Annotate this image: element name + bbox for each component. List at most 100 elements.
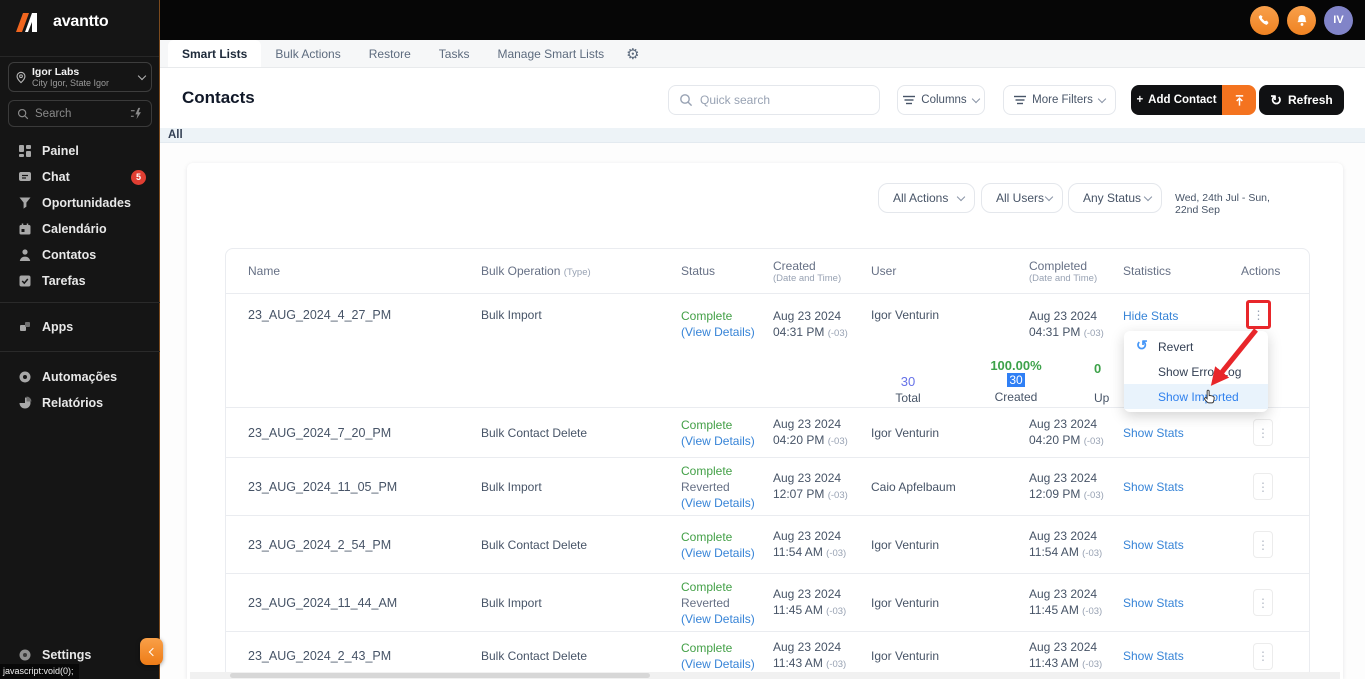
- scrollbar-thumb[interactable]: [230, 673, 650, 678]
- timezone: (-03): [826, 547, 847, 559]
- row-user: Igor Venturin: [871, 425, 940, 440]
- view-details-link[interactable]: (View Details): [681, 545, 773, 561]
- row-actions-kebab[interactable]: ⋮: [1253, 642, 1273, 670]
- tab-restore[interactable]: Restore: [355, 40, 425, 67]
- row-actions-kebab[interactable]: ⋮: [1253, 531, 1273, 558]
- row-actions-kebab[interactable]: ⋮: [1253, 473, 1273, 500]
- import-contacts-button[interactable]: [1222, 85, 1256, 115]
- sidebar-item-label: Settings: [42, 648, 92, 662]
- menu-item-revert[interactable]: ↺ Revert: [1124, 334, 1268, 359]
- bulk-actions-card: All Actions All Users Any Status Wed, 24…: [187, 163, 1343, 679]
- sidebar-item-calendario[interactable]: Calendário: [0, 216, 160, 242]
- phone-button[interactable]: [1250, 5, 1279, 35]
- stats-toggle-link[interactable]: Show Stats: [1123, 538, 1184, 552]
- user-avatar[interactable]: IV: [1324, 5, 1353, 35]
- add-contact-button[interactable]: + Add Contact: [1131, 85, 1222, 115]
- status-complete: Complete: [681, 641, 733, 655]
- stats-toggle-link[interactable]: Show Stats: [1123, 649, 1184, 663]
- stats-toggle-link[interactable]: Show Stats: [1123, 480, 1184, 494]
- stats-toggle-link[interactable]: Show Stats: [1123, 596, 1184, 610]
- sidebar-item-label: Chat: [42, 170, 70, 184]
- row-created: Aug 23 2024 04:20 PM (-03): [773, 416, 871, 450]
- sidebar-item-oportunidades[interactable]: Oportunidades: [0, 190, 160, 216]
- menu-item-show-imported[interactable]: Show Imported: [1124, 384, 1268, 409]
- quick-search-input[interactable]: [700, 93, 869, 107]
- top-bar: IV: [160, 0, 1365, 40]
- apps-icon: [20, 322, 30, 331]
- row-actions-kebab[interactable]: ⋮: [1253, 589, 1273, 616]
- table-row: 23_AUG_2024_7_20_PM Bulk Contact Delete …: [226, 407, 1309, 457]
- row-operation: Bulk Import: [481, 595, 542, 610]
- columns-button[interactable]: Columns: [897, 85, 985, 115]
- stats-toggle-link[interactable]: Hide Stats: [1123, 309, 1178, 323]
- view-details-link[interactable]: (View Details): [681, 495, 773, 511]
- smart-list-tab-all[interactable]: All: [160, 128, 1365, 143]
- tab-smart-lists[interactable]: Smart Lists: [168, 40, 262, 67]
- dashboard-icon: [19, 145, 31, 157]
- account-info: Igor Labs City Igor, State Igor: [32, 66, 109, 88]
- sidebar-item-painel[interactable]: Painel: [0, 138, 160, 164]
- filter-all-actions-select[interactable]: All Actions: [878, 183, 975, 213]
- row-completed: Aug 23 2024 04:20 PM (-03): [1029, 416, 1123, 450]
- horizontal-scrollbar[interactable]: [190, 672, 1340, 679]
- annotation-red-box-kebab[interactable]: ⋮: [1246, 300, 1271, 329]
- sidebar-item-chat[interactable]: Chat 5: [0, 164, 160, 190]
- row-statistics: Show Stats: [1123, 425, 1241, 441]
- filter-any-status-select[interactable]: Any Status: [1068, 183, 1162, 213]
- row-name: 23_AUG_2024_11_05_PM: [248, 479, 398, 494]
- chevron-down-icon: [137, 71, 147, 80]
- sidebar-item-relatorios[interactable]: Relatórios: [0, 390, 160, 416]
- row-status: Complete (View Details): [681, 529, 773, 561]
- tab-bulk-actions[interactable]: Bulk Actions: [261, 40, 354, 67]
- created-date: Aug 23 2024: [773, 416, 842, 431]
- tab-settings-gear-icon[interactable]: ⚙: [618, 40, 647, 67]
- row-created: Aug 23 2024 11:45 AM (-03): [773, 586, 871, 620]
- view-details-link[interactable]: (View Details): [681, 324, 773, 340]
- sidebar-collapse-button[interactable]: [140, 638, 163, 665]
- tab-manage-smart-lists[interactable]: Manage Smart Lists: [483, 40, 618, 67]
- completed-time: 11:43 AM: [1029, 656, 1079, 670]
- search-icon: [680, 94, 693, 107]
- view-details-link[interactable]: (View Details): [681, 433, 773, 449]
- col-header-statistics: Statistics: [1123, 264, 1172, 278]
- row-created: Aug 23 2024 04:31 PM (-03): [773, 294, 871, 342]
- status-reverted: Reverted: [681, 595, 730, 610]
- row-operation: Bulk Import: [481, 308, 542, 322]
- sidebar-item-apps[interactable]: Apps: [0, 314, 160, 340]
- row-name: 23_AUG_2024_2_54_PM: [248, 537, 392, 552]
- sidebar-item-automacoes[interactable]: Automações: [0, 364, 160, 390]
- refresh-button[interactable]: ↻ Refresh: [1259, 85, 1344, 115]
- tab-tasks[interactable]: Tasks: [425, 40, 484, 67]
- brand-logo: avantto: [14, 10, 109, 34]
- filter-all-users-select[interactable]: All Users: [981, 183, 1063, 213]
- phone-icon: [1258, 14, 1269, 25]
- status-complete: Complete: [681, 417, 733, 432]
- stats-toggle-link[interactable]: Show Stats: [1123, 426, 1184, 440]
- row-name: 23_AUG_2024_2_43_PM: [248, 649, 392, 663]
- menu-item-show-error-log[interactable]: Show Error Log: [1124, 359, 1268, 384]
- sidebar-item-contatos[interactable]: Contatos: [0, 242, 160, 268]
- row-completed: Aug 23 2024 11:45 AM (-03): [1029, 586, 1123, 620]
- contacts-tab-bar: Smart Lists Bulk Actions Restore Tasks M…: [160, 40, 1365, 68]
- sidebar-item-tarefas[interactable]: Tarefas: [0, 268, 160, 294]
- view-details-link[interactable]: (View Details): [681, 656, 773, 672]
- row-statistics: Hide Stats: [1123, 294, 1241, 324]
- completed-time: 12:09 PM: [1029, 486, 1081, 501]
- col-header-actions: Actions: [1241, 264, 1281, 278]
- quick-search[interactable]: [668, 85, 880, 115]
- automation-icon: [19, 371, 31, 383]
- completed-time: 04:20 PM: [1029, 432, 1081, 447]
- row-actions-kebab[interactable]: ⋮: [1253, 419, 1273, 446]
- sidebar-search-input[interactable]: [35, 107, 124, 120]
- notifications-button[interactable]: [1287, 5, 1316, 35]
- table-header-row: Name Bulk Operation (Type) Status Create…: [226, 249, 1309, 293]
- sidebar-item-label: Tarefas: [42, 274, 86, 288]
- completed-date: Aug 23 2024: [1029, 586, 1098, 601]
- refresh-label: Refresh: [1288, 93, 1333, 107]
- date-range-label[interactable]: Wed, 24th Jul - Sun, 22nd Sep: [1175, 192, 1295, 216]
- row-user: Igor Venturin: [871, 537, 940, 552]
- sidebar-search[interactable]: [8, 100, 152, 127]
- more-filters-button[interactable]: More Filters: [1003, 85, 1116, 115]
- account-switcher[interactable]: Igor Labs City Igor, State Igor: [8, 62, 152, 92]
- view-details-link[interactable]: (View Details): [681, 611, 773, 627]
